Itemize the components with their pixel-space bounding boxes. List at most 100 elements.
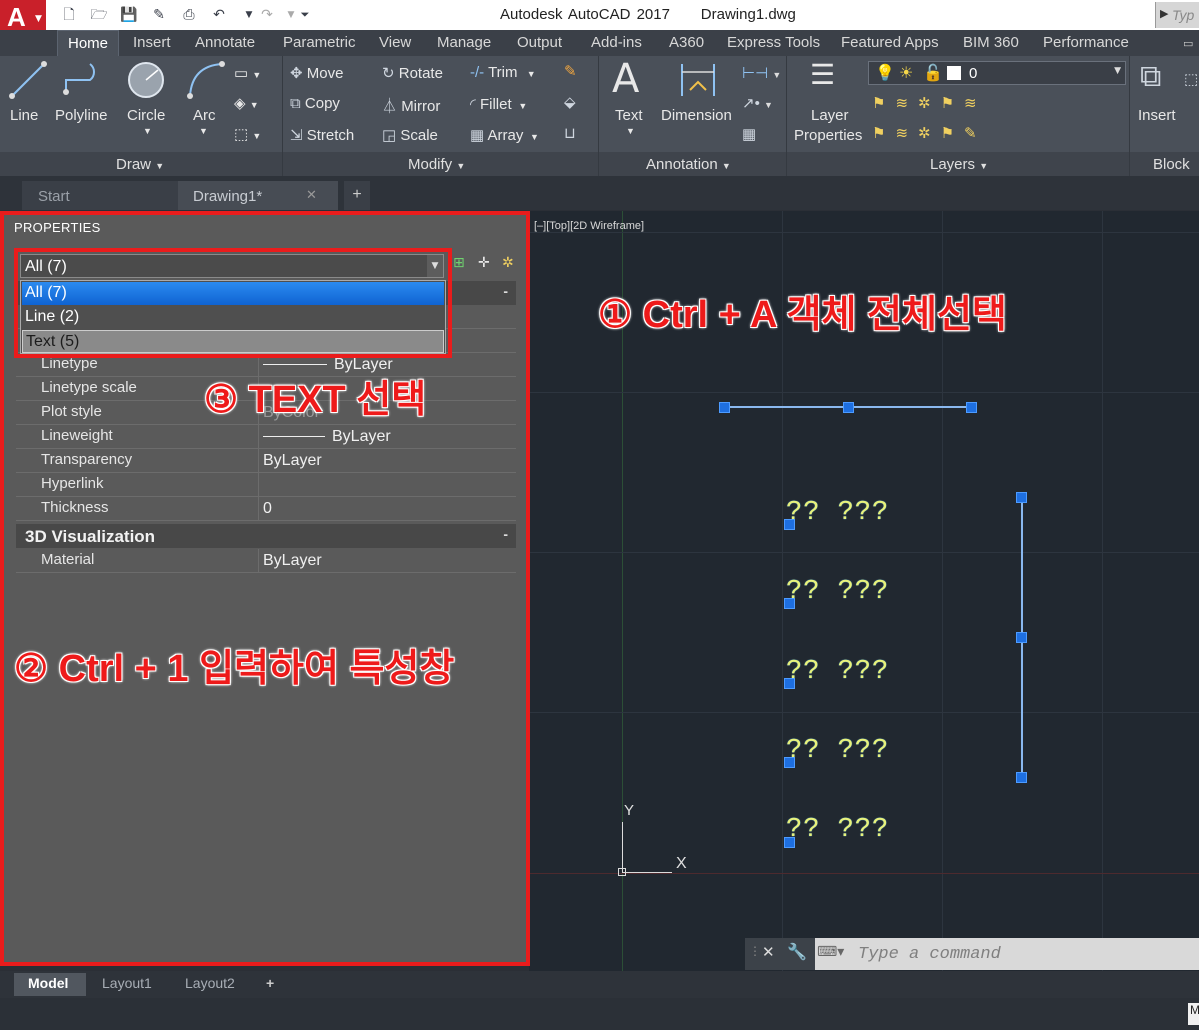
- tab-manage[interactable]: Manage: [437, 34, 491, 51]
- polyline-button[interactable]: Polyline: [55, 107, 108, 124]
- circle-button[interactable]: Circle: [127, 107, 165, 124]
- layer-dropdown[interactable]: 💡 ☀ 🔓 0 ▼: [868, 61, 1126, 85]
- rectangle-icon[interactable]: ▭ ▼: [234, 64, 261, 82]
- grip[interactable]: [1016, 772, 1027, 783]
- tab-layout2[interactable]: Layout2: [185, 975, 235, 991]
- offset-icon[interactable]: ⊔: [564, 124, 576, 142]
- stretch-button[interactable]: ⇲ Stretch: [290, 126, 354, 144]
- tab-layout1[interactable]: Layout1: [102, 975, 152, 991]
- tab-annotate[interactable]: Annotate: [195, 34, 255, 51]
- grip[interactable]: [784, 678, 795, 689]
- command-input-placeholder[interactable]: Type a command: [858, 945, 1001, 964]
- layer-tools-row-2[interactable]: ⚑≋✲⚑✎: [872, 124, 987, 142]
- layer-tools-row-1[interactable]: ⚑≋✲⚑≋: [872, 94, 987, 112]
- boundary-icon[interactable]: ⬚ ▼: [234, 125, 261, 143]
- new-file-icon[interactable]: 🗋: [60, 6, 78, 24]
- new-tab-plus-icon[interactable]: +: [344, 181, 370, 210]
- text-button[interactable]: Text: [615, 107, 643, 124]
- hatch-icon[interactable]: ◈ ▼: [234, 94, 259, 112]
- layers-panel-title[interactable]: Layers ▼: [930, 156, 988, 173]
- tab-featured-apps[interactable]: Featured Apps: [841, 34, 939, 51]
- create-block-icon[interactable]: ⬚: [1184, 70, 1198, 88]
- new-layout-plus-icon[interactable]: +: [266, 975, 274, 991]
- tab-model[interactable]: Model: [28, 975, 68, 991]
- undo-dropdown-icon[interactable]: ▼: [240, 6, 258, 24]
- dimension-icon: [681, 64, 715, 96]
- line-button[interactable]: Line: [10, 107, 38, 124]
- undo-icon[interactable]: ↶: [210, 6, 228, 24]
- text-object[interactable]: ?? ???: [786, 577, 889, 607]
- grip-handle-icon[interactable]: ⋮: [749, 944, 761, 958]
- mirror-label: Mirror: [401, 98, 441, 115]
- grip[interactable]: [1016, 632, 1027, 643]
- dimension-button[interactable]: Dimension: [661, 107, 732, 124]
- scale-button[interactable]: ◲ Scale: [382, 126, 438, 144]
- draw-panel-title[interactable]: Draw ▼: [116, 156, 164, 173]
- ribbon-minimize-icon[interactable]: ▭: [1183, 37, 1199, 50]
- explode-icon[interactable]: ⬙: [564, 93, 576, 111]
- tab-output[interactable]: Output: [517, 34, 562, 51]
- tab-insert[interactable]: Insert: [133, 34, 171, 51]
- erase-icon[interactable]: ✎: [564, 62, 577, 80]
- open-folder-icon[interactable]: 🗁: [90, 6, 108, 24]
- tab-a360[interactable]: A360: [669, 34, 704, 51]
- close-icon[interactable]: ✕: [306, 187, 317, 203]
- chevron-down-icon[interactable]: ▼: [143, 126, 152, 136]
- save-icon[interactable]: 💾: [120, 6, 138, 24]
- grip[interactable]: [784, 757, 795, 768]
- text-object[interactable]: ?? ???: [786, 815, 889, 845]
- grip[interactable]: [843, 402, 854, 413]
- circle-icon: [128, 62, 164, 98]
- text-object[interactable]: ?? ???: [786, 498, 889, 528]
- model-space-toggle[interactable]: M: [1188, 1003, 1199, 1025]
- copy-button[interactable]: ⧉ Copy: [290, 95, 340, 112]
- block-panel-label: Block: [1153, 156, 1190, 173]
- grip[interactable]: [784, 519, 795, 530]
- arc-button[interactable]: Arc: [193, 107, 216, 124]
- annotation-panel-title[interactable]: Annotation ▼: [646, 156, 731, 173]
- grip[interactable]: [966, 402, 977, 413]
- grip[interactable]: [784, 837, 795, 848]
- close-icon[interactable]: ✕: [762, 943, 775, 961]
- save-as-icon[interactable]: ✎: [150, 6, 168, 24]
- modify-panel-title[interactable]: Modify ▼: [408, 156, 465, 173]
- wrench-icon[interactable]: 🔧: [787, 942, 807, 961]
- customize-toolbar-icon[interactable]: ⏷: [296, 6, 314, 24]
- array-button[interactable]: ▦ Array ▼: [470, 126, 539, 144]
- layer-properties-button[interactable]: Layer: [811, 107, 849, 124]
- viewport-controls-label[interactable]: [–][Top][2D Wireframe]: [534, 220, 644, 232]
- linear-dim-icon[interactable]: ⊢⊣ ▼: [742, 64, 781, 82]
- tab-express-tools[interactable]: Express Tools: [727, 34, 820, 51]
- move-button[interactable]: ✥ Move: [290, 64, 343, 82]
- rotate-button[interactable]: ↻ Rotate: [382, 64, 443, 82]
- block-panel-title[interactable]: Block: [1153, 156, 1190, 173]
- chevron-down-icon[interactable]: ▼: [626, 126, 635, 136]
- tab-home[interactable]: Home: [57, 30, 120, 56]
- grip[interactable]: [1016, 492, 1027, 503]
- tab-drawing1[interactable]: Drawing1* ✕: [178, 181, 338, 210]
- fillet-button[interactable]: ◜ Fillet ▼: [470, 95, 527, 113]
- insert-block-icon: ⧉: [1140, 60, 1162, 93]
- tab-start[interactable]: Start: [22, 181, 182, 210]
- text-object[interactable]: ?? ???: [786, 736, 889, 766]
- table-icon[interactable]: ▦: [742, 125, 756, 143]
- trim-button[interactable]: -/- Trim ▼: [470, 64, 536, 81]
- grip[interactable]: [719, 402, 730, 413]
- grip[interactable]: [784, 598, 795, 609]
- insert-button[interactable]: Insert: [1138, 107, 1176, 124]
- search-box[interactable]: ▶ Typ: [1155, 2, 1199, 28]
- tab-bim-360[interactable]: BIM 360: [963, 34, 1019, 51]
- text-object[interactable]: ?? ???: [786, 657, 889, 687]
- chevron-down-icon[interactable]: ▼: [199, 126, 208, 136]
- tab-add-ins[interactable]: Add-ins: [591, 34, 642, 51]
- tab-view[interactable]: View: [379, 34, 411, 51]
- layer-properties-button-line2[interactable]: Properties: [794, 127, 862, 144]
- print-icon[interactable]: ⎙: [180, 6, 198, 24]
- ucs-y-label: Y: [624, 802, 635, 819]
- tab-parametric[interactable]: Parametric: [283, 34, 356, 51]
- command-prompt-icon[interactable]: ⌨▾: [817, 944, 844, 960]
- tab-performance[interactable]: Performance: [1043, 34, 1129, 51]
- leader-icon[interactable]: ↗• ▼: [742, 94, 773, 112]
- redo-icon[interactable]: ↷: [258, 6, 276, 24]
- mirror-button[interactable]: ⏃ Mirror: [382, 95, 440, 116]
